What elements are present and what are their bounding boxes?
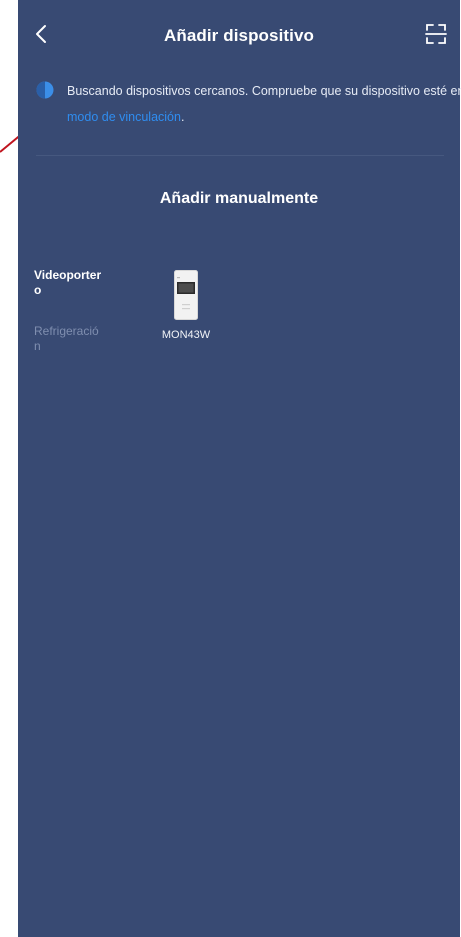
page-title: Añadir dispositivo [163,26,315,45]
top-bar: Añadir dispositivo [18,18,460,54]
pairing-mode-link[interactable]: modo de vinculación [67,110,181,124]
app-screen: Añadir dispositivo Buscando dispositivos… [18,0,461,937]
device-tile-mon43w[interactable]: MON43W [151,270,221,341]
loading-spinner-icon [36,81,54,99]
category-sidebar: Videoportero Refrigeración [34,268,110,354]
category-item-videoportero[interactable]: Videoportero [34,268,102,298]
device-name: MON43W [161,329,211,341]
notice-text-main: Buscando dispositivos cercanos. Comprueb… [67,84,461,98]
notice-text-end: . [180,110,185,124]
video-intercom-monitor-icon [174,270,198,320]
notice-text: Buscando dispositivos cercanos. Comprueb… [67,78,461,130]
section-title: Añadir manualmente [159,190,319,207]
screenshot-canvas: Añadir dispositivo Buscando dispositivos… [0,0,461,937]
category-item-refrigeracion[interactable]: Refrigeración [34,324,102,354]
divider [36,155,444,156]
scan-button[interactable] [422,20,450,48]
